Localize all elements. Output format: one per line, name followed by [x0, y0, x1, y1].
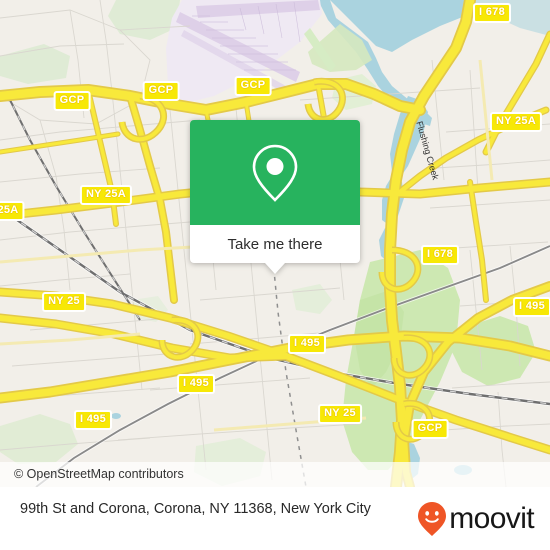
road-shield: I 495	[513, 297, 550, 317]
road-shield: GCP	[411, 419, 449, 439]
road-shield: I 678	[421, 245, 459, 265]
road-shield: NY 25	[42, 292, 86, 312]
moovit-wordmark: moovit	[449, 502, 534, 535]
road-shield: NY 25A	[489, 112, 543, 132]
map-canvas[interactable]: Flushing Creek I 678 GCP GCP GCP NY 25A NY 25…	[0, 0, 550, 487]
address-text: 99th St and Corona, Corona, NY 11368, Ne…	[20, 501, 371, 517]
footer-bar: 99th St and Corona, Corona, NY 11368, Ne…	[0, 487, 550, 550]
take-me-there-button[interactable]: Take me there	[190, 225, 360, 263]
moovit-logo[interactable]: moovit	[417, 501, 535, 537]
road-shield: GCP	[142, 81, 180, 101]
popup-image-panel	[190, 120, 360, 225]
moovit-smiley-pin-icon	[418, 502, 447, 536]
road-shield: NY 25A	[79, 185, 133, 205]
map-attribution[interactable]: © OpenStreetMap contributors	[0, 462, 550, 487]
road-shield: NY 25	[318, 404, 362, 424]
popup-pointer	[265, 263, 285, 274]
road-shield: GCP	[53, 91, 91, 111]
road-shield: I 495	[177, 374, 215, 394]
road-shield: I 678	[473, 3, 511, 23]
road-shield: 25A	[0, 201, 25, 221]
map-pin-icon	[252, 144, 298, 202]
road-shield: I 495	[288, 334, 326, 354]
road-shield: GCP	[234, 76, 272, 96]
moovit-map-screenshot: Flushing Creek I 678 GCP GCP GCP NY 25A NY 25…	[0, 0, 550, 550]
road-shield: I 495	[74, 410, 112, 430]
destination-popup[interactable]: Take me there	[190, 120, 360, 274]
